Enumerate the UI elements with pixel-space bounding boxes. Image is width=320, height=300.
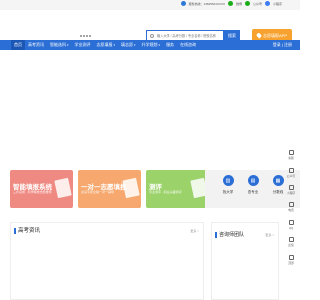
- tool-label: 找大学: [222, 190, 234, 194]
- nav-item-label: 志愿填报: [96, 42, 113, 47]
- sidebar-icon: [288, 202, 294, 208]
- mini-program-link[interactable]: 小程序: [273, 2, 282, 6]
- sidebar-icon: [288, 167, 294, 173]
- assessment-card[interactable]: 测评 专业测评 · 职业兴趣测评: [146, 170, 209, 208]
- nav-item-label: 填志愿: [121, 42, 134, 47]
- nav-item-8[interactable]: 在线咨询: [177, 40, 199, 50]
- nav-items: 首页 高考资讯 智能选科 ▾ 学业测评 志愿填报 ▾ 填志愿 ▾ 升学规划 ▾ 服务 在线咨询: [11, 40, 199, 50]
- news-panel: 高考资讯 更多 >: [10, 222, 204, 300]
- document-icon: [54, 177, 72, 199]
- sidebar-icon: [288, 254, 294, 260]
- chevron-down-icon: ▾: [67, 43, 69, 47]
- nav-item-3[interactable]: 学业测评: [72, 40, 94, 50]
- sidebar-icon: [288, 150, 294, 156]
- login-link[interactable]: 登录 | 注册: [273, 40, 292, 50]
- loading-dots-icon: [80, 35, 94, 39]
- chart-icon: ▦: [272, 175, 284, 186]
- nav-item-label: 升学规划: [141, 42, 158, 47]
- card-subtitle: 专业测评 · 职业兴趣测评: [149, 190, 182, 194]
- chevron-down-icon: ▾: [113, 43, 116, 47]
- sidebar-icon: [288, 219, 294, 225]
- panel-title: 高考资讯: [14, 228, 40, 234]
- chevron-down-icon: ▾: [158, 43, 161, 47]
- find-major-tool[interactable]: ▤ 查专业: [243, 175, 263, 195]
- weibo-icon[interactable]: [227, 1, 233, 6]
- nav-item-5[interactable]: 填志愿 ▾: [118, 40, 139, 50]
- app-button-label: 志愿填报APP: [262, 32, 287, 38]
- wechat-link[interactable]: 公众号: [253, 2, 262, 6]
- service-phone: 服务热线：13825601XXXX: [188, 1, 225, 6]
- nav-item-0[interactable]: 首页: [11, 40, 25, 50]
- nav-item-label: 在线咨询: [180, 42, 197, 47]
- sidebar-icon: [288, 185, 294, 191]
- sidebar-label: 反馈: [288, 243, 294, 248]
- weibo-link[interactable]: 微博: [236, 2, 242, 6]
- card-subtitle: 资深专家全程一对一辅导: [81, 190, 115, 194]
- sidebar-label: 小程序: [286, 191, 296, 196]
- location-pin-icon: [255, 32, 263, 39]
- sidebar-item-2[interactable]: 小程序: [284, 183, 298, 197]
- logo[interactable]: [18, 22, 78, 30]
- book-icon: ▤: [247, 175, 259, 186]
- chevron-down-icon: ▾: [134, 43, 136, 47]
- nav-item-6[interactable]: 升学规划 ▾: [139, 40, 164, 50]
- nav-item-label: 服务: [166, 42, 175, 47]
- wechat-icon[interactable]: [244, 1, 250, 6]
- panel-title: 咨询师团队: [215, 232, 244, 238]
- sidebar-icon: [288, 237, 294, 243]
- nav-item-4[interactable]: 志愿填报 ▾: [94, 40, 119, 50]
- floating-sidebar: 客服公众号小程序电话 QQ 反馈顶部: [284, 148, 298, 270]
- phone-icon: [180, 1, 186, 6]
- nav-item-label: 高考资讯: [28, 42, 44, 47]
- top-strip: 服务热线：13825601XXXX 微博 公众号 小程序: [0, 0, 300, 10]
- card-subtitle: 三步完成 · 科学精准志愿推荐: [13, 190, 52, 194]
- nav-item-label: 学业测评: [74, 42, 91, 47]
- header: 搜索 志愿填报APP: [0, 10, 300, 42]
- search-icon: [150, 34, 154, 38]
- tool-label: 查专业: [247, 190, 259, 194]
- nav-item-label: 首页: [14, 42, 22, 47]
- building-icon: ▥: [222, 175, 234, 186]
- document-icon: [122, 177, 140, 199]
- sidebar-label: 电话: [288, 208, 294, 213]
- main-nav: 首页 高考资讯 智能选科 ▾ 学业测评 志愿填报 ▾ 填志愿 ▾ 升学规划 ▾ 服务 在线咨询 登录 |…: [0, 40, 300, 50]
- sidebar-label: 公众号: [286, 173, 296, 178]
- find-university-tool[interactable]: ▥ 找大学: [218, 175, 238, 195]
- sidebar-label: 顶部: [288, 260, 294, 265]
- sidebar-item-0[interactable]: 客服: [284, 148, 298, 162]
- sidebar-item-6[interactable]: 顶部: [284, 253, 298, 267]
- mini-program-icon[interactable]: [264, 1, 270, 6]
- more-link[interactable]: 更多 >: [190, 229, 199, 233]
- one-on-one-card[interactable]: 一对一志愿填报 资深专家全程一对一辅导: [78, 170, 141, 208]
- hero-banner[interactable]: [0, 50, 300, 168]
- search-input[interactable]: [157, 34, 223, 38]
- sidebar-label: QQ: [288, 225, 294, 230]
- login-label[interactable]: 登录 | 注册: [273, 42, 292, 48]
- smart-filling-card[interactable]: 智能填报系统 三步完成 · 科学精准志愿推荐: [10, 170, 73, 208]
- nav-item-1[interactable]: 高考资讯: [25, 40, 47, 50]
- sidebar-item-1[interactable]: 公众号: [284, 165, 298, 179]
- sidebar-label: 客服: [288, 156, 294, 161]
- team-panel: 咨询师团队 更多 >: [211, 222, 279, 300]
- sidebar-item-5[interactable]: 反馈: [284, 235, 298, 249]
- nav-item-2[interactable]: 智能选科 ▾: [47, 40, 72, 50]
- sidebar-item-3[interactable]: 电话: [284, 200, 298, 214]
- nav-item-7[interactable]: 服务: [163, 40, 177, 50]
- sidebar-item-4[interactable]: QQ: [284, 218, 298, 232]
- nav-item-label: 智能选科: [50, 42, 66, 47]
- top-links: 服务热线：13825601XXXX 微博 公众号 小程序: [180, 1, 282, 6]
- more-link[interactable]: 更多 >: [265, 233, 274, 237]
